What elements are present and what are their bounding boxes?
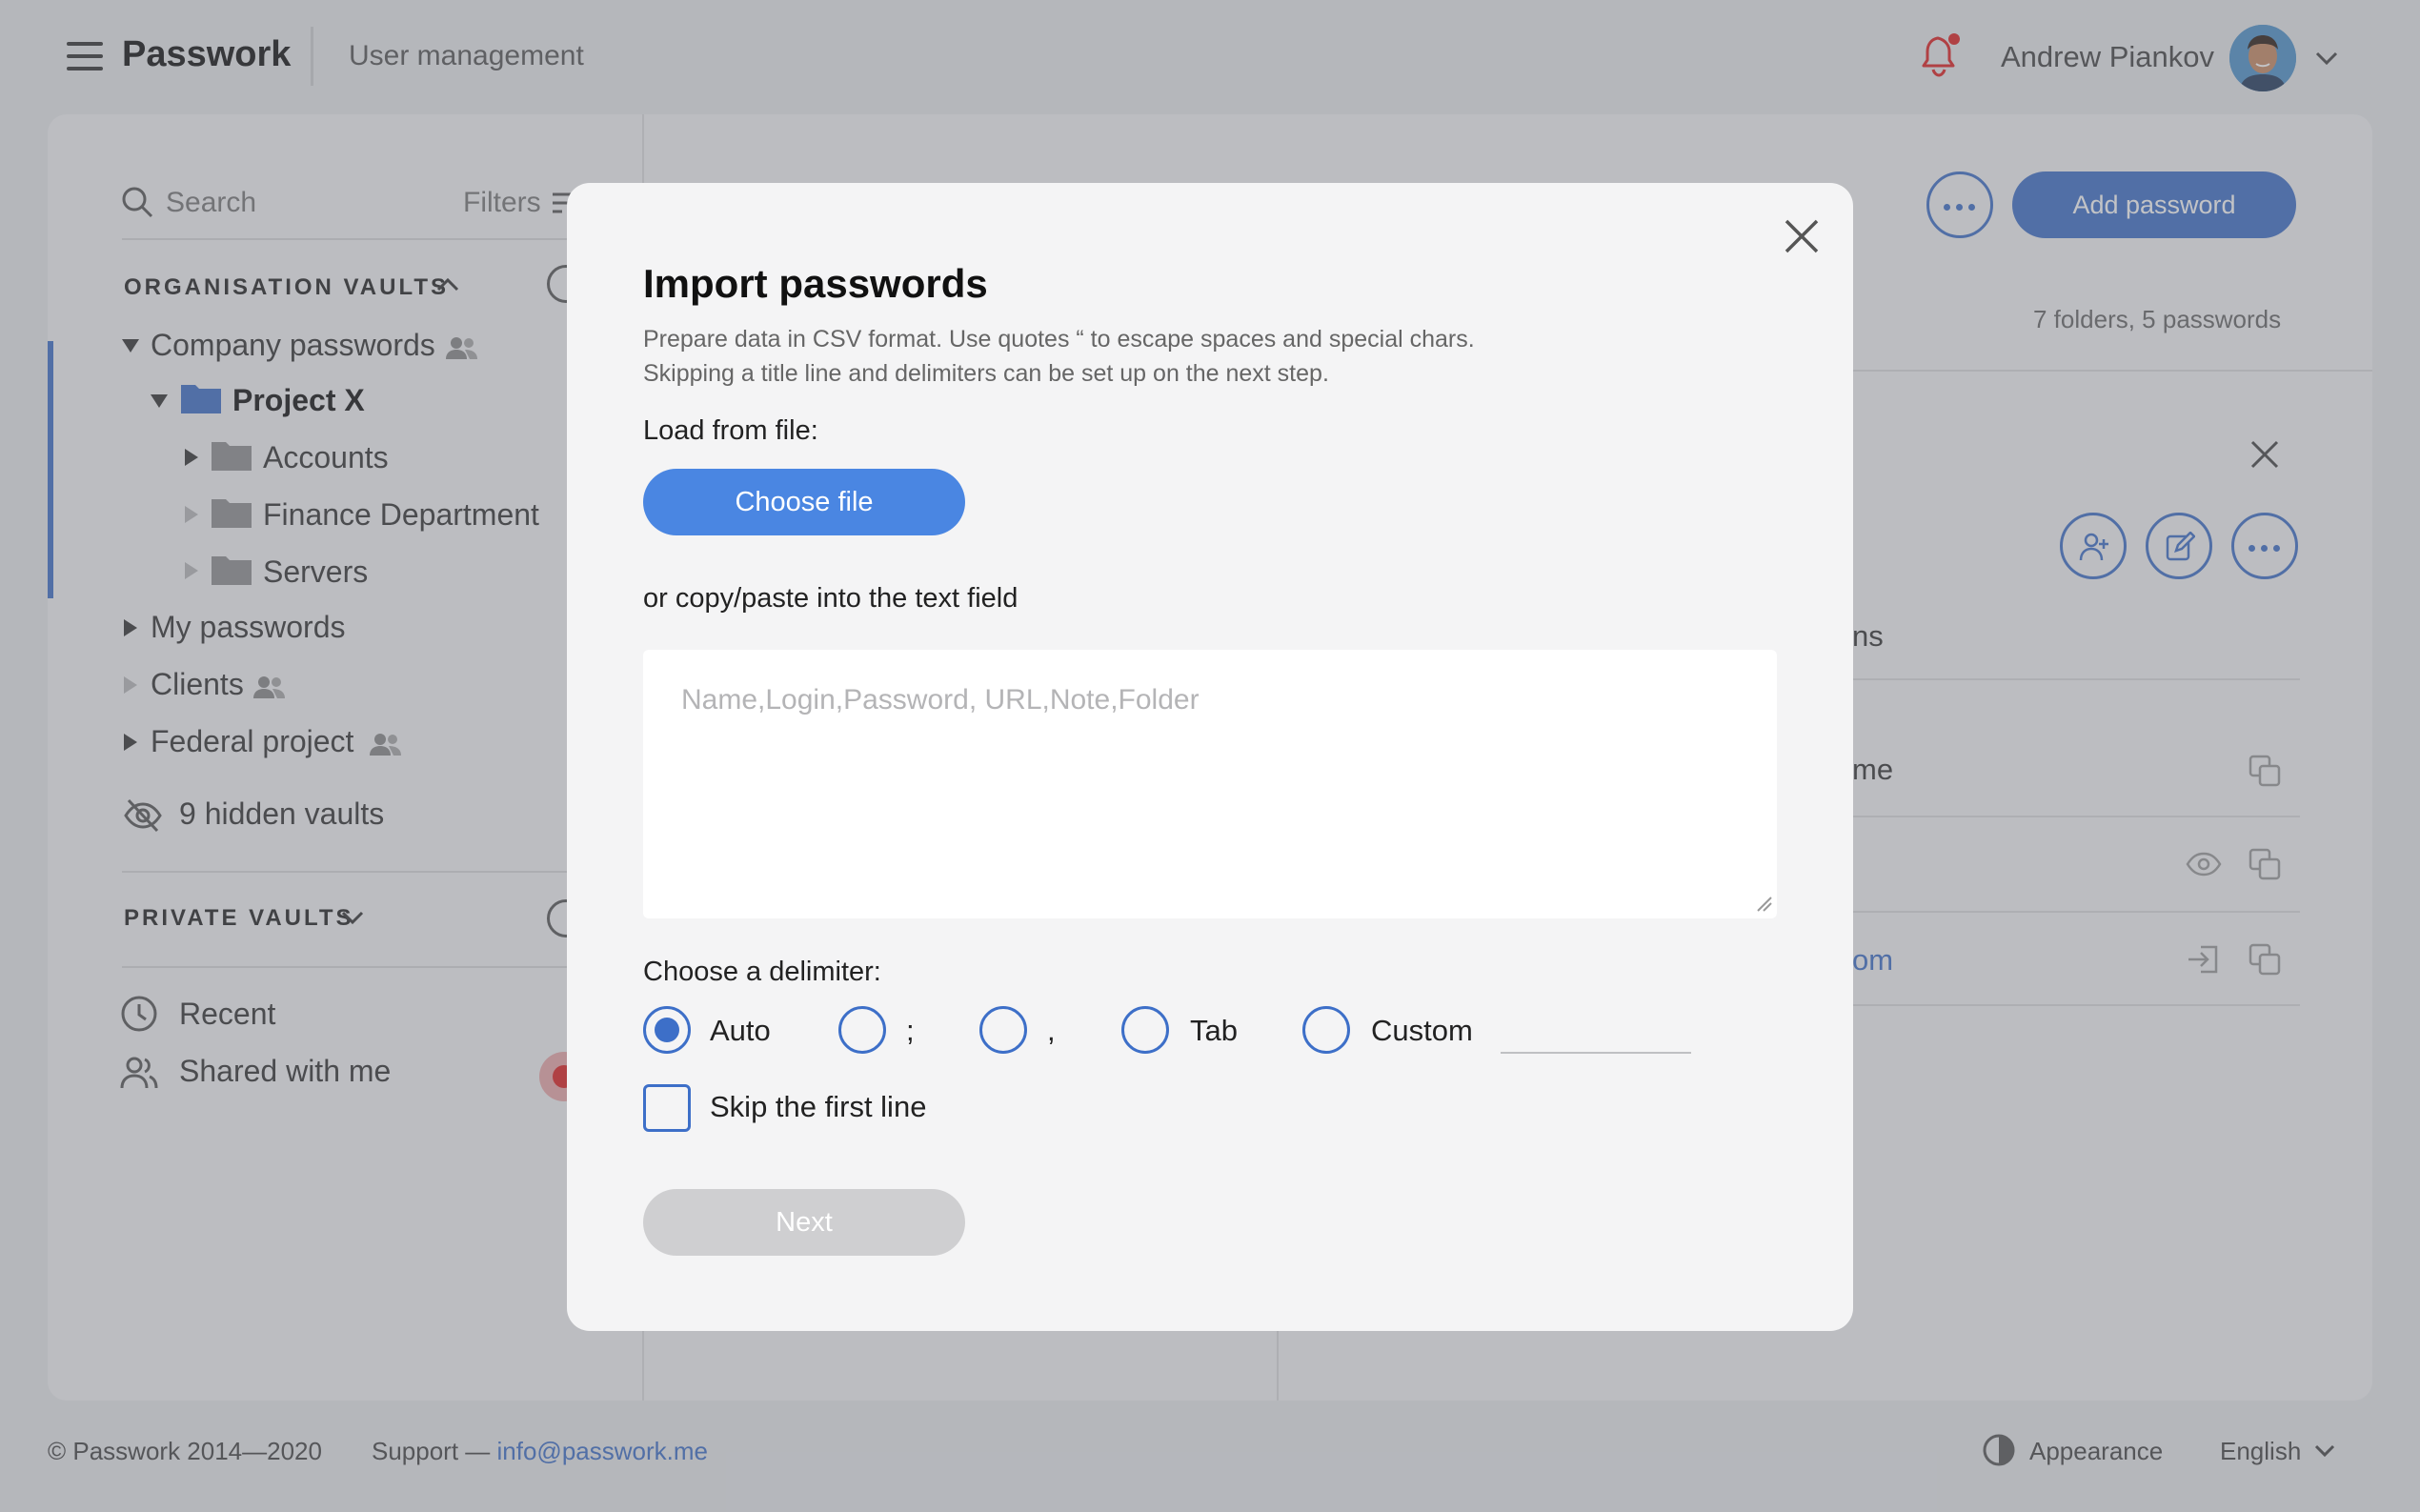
paste-label: or copy/paste into the text field [643, 583, 1018, 614]
next-button[interactable]: Next [643, 1189, 965, 1256]
delimiter-label: Choose a delimiter: [643, 957, 881, 987]
load-from-file-label: Load from file: [643, 415, 818, 446]
radio-semicolon[interactable] [838, 1006, 886, 1054]
radio-tab[interactable] [1121, 1006, 1169, 1054]
radio-custom[interactable] [1302, 1006, 1350, 1054]
radio-label-comma: , [1047, 1014, 1056, 1047]
skip-first-line-label: Skip the first line [710, 1090, 927, 1123]
radio-label-tab: Tab [1190, 1014, 1238, 1047]
radio-label-semicolon: ; [906, 1014, 915, 1047]
description-line: Prepare data in CSV format. Use quotes “… [643, 326, 1475, 353]
resize-handle-icon[interactable] [1754, 894, 1773, 913]
skip-first-line-checkbox[interactable] [643, 1084, 691, 1132]
radio-comma[interactable] [979, 1006, 1027, 1054]
radio-label-custom: Custom [1371, 1014, 1473, 1047]
import-passwords-dialog: Import passwords Prepare data in CSV for… [567, 183, 1853, 1331]
close-icon[interactable] [1781, 215, 1823, 257]
radio-auto[interactable] [643, 1006, 691, 1054]
choose-file-button[interactable]: Choose file [643, 469, 965, 535]
dialog-description: Prepare data in CSV format. Use quotes “… [643, 322, 1596, 391]
dialog-title: Import passwords [643, 261, 988, 306]
csv-textarea[interactable] [643, 650, 1777, 918]
radio-label-auto: Auto [710, 1014, 771, 1047]
description-line: Skipping a title line and delimiters can… [643, 360, 1329, 387]
custom-delimiter-input[interactable] [1501, 1008, 1691, 1054]
